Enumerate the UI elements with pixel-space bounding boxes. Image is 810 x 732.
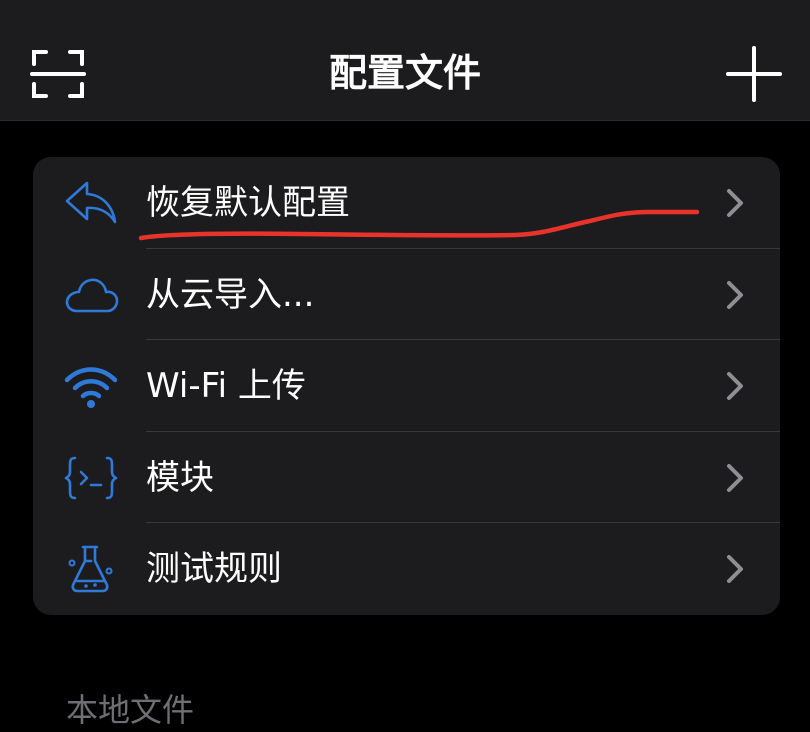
chevron-right-icon: [727, 463, 743, 492]
chevron-right-icon: [727, 372, 743, 401]
menu-item-wifi-upload[interactable]: Wi-Fi 上传: [33, 340, 780, 432]
plus-icon: [726, 46, 782, 102]
cloud-icon: [65, 278, 119, 312]
menu-item-modules[interactable]: 模块: [33, 432, 780, 524]
navigation-bar: 配置文件: [0, 0, 810, 121]
add-button[interactable]: [722, 44, 786, 104]
chevron-right-icon: [727, 189, 743, 217]
menu-item-restore-default[interactable]: 恢复默认配置: [33, 157, 780, 249]
menu-item-label: 测试规则: [146, 549, 282, 590]
menu-item-label: Wi-Fi 上传: [146, 366, 306, 407]
menu-item-label: 模块: [146, 457, 214, 498]
flask-icon: [68, 546, 113, 593]
settings-group: 恢复默认配置 从云导入... Wi-Fi 上传 模块 测试规则: [33, 157, 780, 615]
menu-item-import-from-cloud[interactable]: 从云导入...: [33, 249, 780, 341]
reply-arrow-icon: [65, 181, 117, 224]
page-title: 配置文件: [328, 51, 481, 95]
menu-item-label: 从云导入...: [146, 274, 315, 315]
chevron-right-icon: [727, 555, 743, 584]
chevron-right-icon: [727, 280, 743, 309]
menu-item-test-rules[interactable]: 测试规则: [33, 523, 780, 615]
section-header-local-files: 本地文件: [66, 691, 195, 729]
menu-item-label: 恢复默认配置: [146, 183, 350, 223]
code-braces-icon: [64, 456, 118, 500]
wifi-icon: [64, 367, 118, 409]
